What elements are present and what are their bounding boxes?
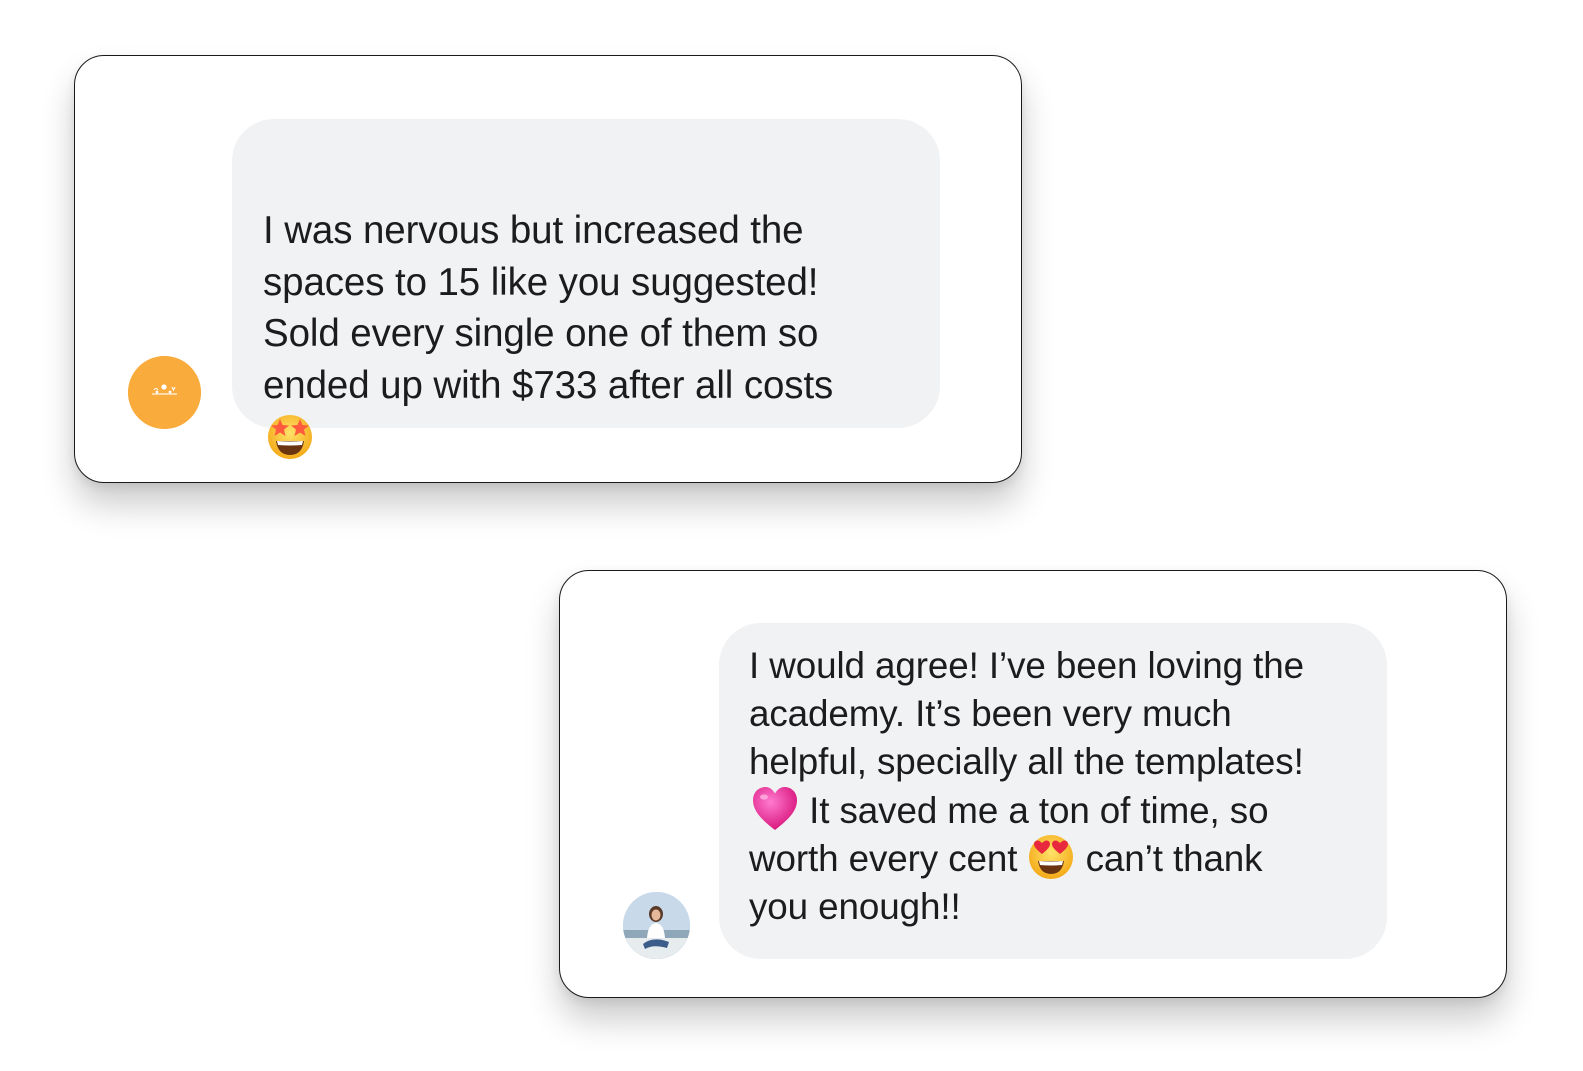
message-text: It saved me a ton of time, so bbox=[799, 789, 1269, 831]
message-line: spaces to 15 like you suggested! bbox=[263, 260, 819, 304]
message-line: helpful, specially all the templates! bbox=[749, 741, 1304, 783]
emoji-line bbox=[263, 411, 833, 462]
star-struck-emoji-icon bbox=[268, 414, 312, 459]
logo-icon bbox=[128, 356, 201, 429]
message-card-1: I was nervous but increased the spaces t… bbox=[74, 55, 1022, 483]
message-line: It saved me a ton of time, so bbox=[749, 786, 1367, 835]
orange-logo-avatar[interactable] bbox=[128, 356, 201, 429]
woman-photo-avatar[interactable] bbox=[623, 892, 690, 959]
message-line: ended up with $733 after all costs bbox=[263, 363, 834, 407]
message-line: I would agree! I’ve been loving the bbox=[749, 645, 1304, 686]
message-line: you enough!! bbox=[749, 886, 961, 928]
message-line: Sold every single one of them so bbox=[263, 312, 819, 355]
message-bubble: I would agree! I’ve been loving the acad… bbox=[719, 623, 1387, 959]
pink-heart-emoji-icon bbox=[753, 786, 797, 830]
message-card-2: I would agree! I’ve been loving the acad… bbox=[559, 570, 1507, 998]
heart-eyes-emoji-icon bbox=[1029, 835, 1074, 880]
message-line: worth every cent can’t thank bbox=[749, 835, 1367, 883]
message-line: academy. It’s been very much bbox=[749, 693, 1232, 735]
message-text: can’t thank bbox=[1075, 837, 1263, 879]
message-bubble: I was nervous but increased the spaces t… bbox=[232, 119, 940, 459]
profile-photo-icon bbox=[623, 892, 690, 959]
message-text: worth every cent bbox=[749, 837, 1028, 879]
message-line: I was nervous but increased the bbox=[263, 209, 804, 252]
